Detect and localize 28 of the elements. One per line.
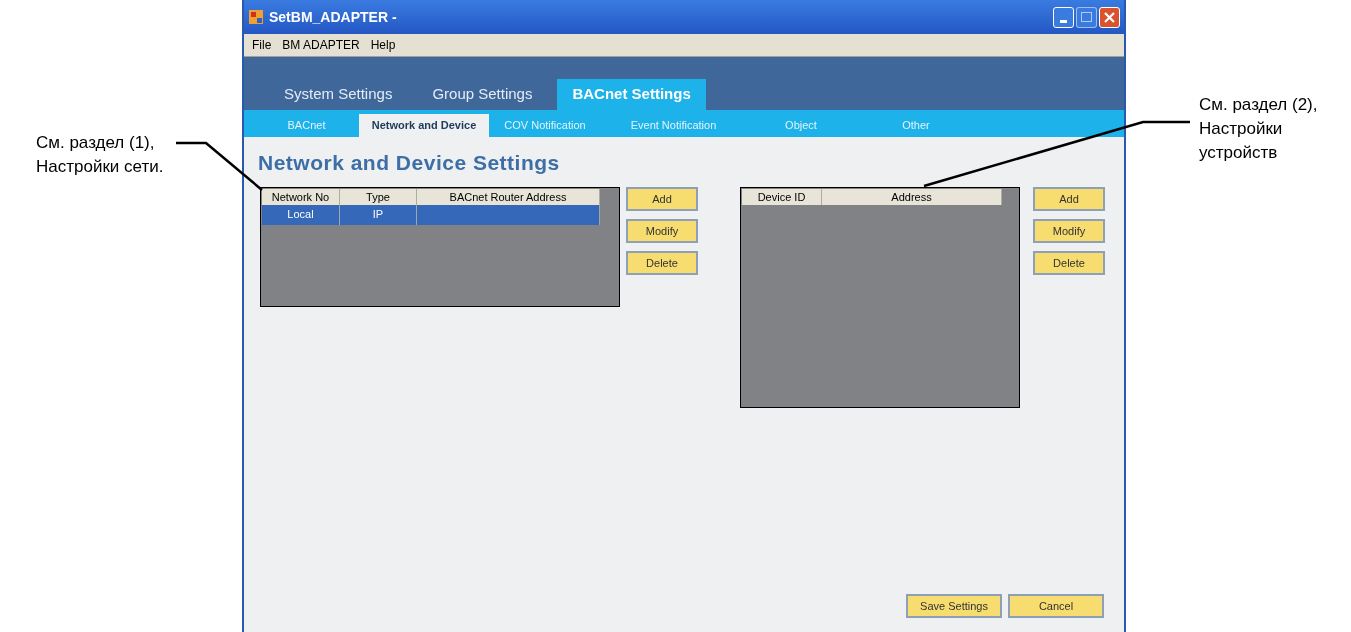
close-icon: [1104, 11, 1115, 23]
callout-text: См. раздел (2), Настройки устройств: [1199, 94, 1319, 164]
maximize-button[interactable]: [1076, 6, 1097, 28]
menu-item[interactable]: BM ADAPTER: [278, 36, 364, 54]
action-button[interactable]: Modify: [626, 219, 698, 243]
menu-item[interactable]: Help: [366, 36, 400, 54]
action-button[interactable]: Save Settings: [906, 594, 1002, 618]
window-title: SetBM_ADAPTER -: [269, 7, 397, 27]
action-button[interactable]: Add: [1033, 187, 1105, 211]
minimize-button[interactable]: [1053, 6, 1074, 28]
action-button[interactable]: Cancel: [1008, 594, 1104, 618]
action-button[interactable]: Modify: [1033, 219, 1105, 243]
callout-text: См. раздел (1), Настройки сети.: [36, 132, 164, 178]
tab[interactable]: System Settings: [269, 79, 408, 110]
action-button[interactable]: Delete: [1033, 251, 1105, 275]
menu-item[interactable]: File: [248, 36, 276, 54]
table-row[interactable]: Local IP: [262, 205, 600, 225]
page-heading: Network and Device Settings: [258, 150, 561, 176]
subtab[interactable]: Network and Device: [359, 114, 489, 137]
table-cell: IP: [372, 208, 384, 220]
column-header[interactable]: Device ID: [742, 189, 822, 205]
tab[interactable]: Group Settings: [417, 79, 548, 110]
column-header[interactable]: Address: [822, 189, 1002, 205]
close-button[interactable]: [1099, 6, 1120, 28]
action-button[interactable]: Delete: [626, 251, 698, 275]
app-icon: [248, 9, 264, 25]
action-button[interactable]: Add: [626, 187, 698, 211]
table-cell: Local: [287, 208, 314, 220]
